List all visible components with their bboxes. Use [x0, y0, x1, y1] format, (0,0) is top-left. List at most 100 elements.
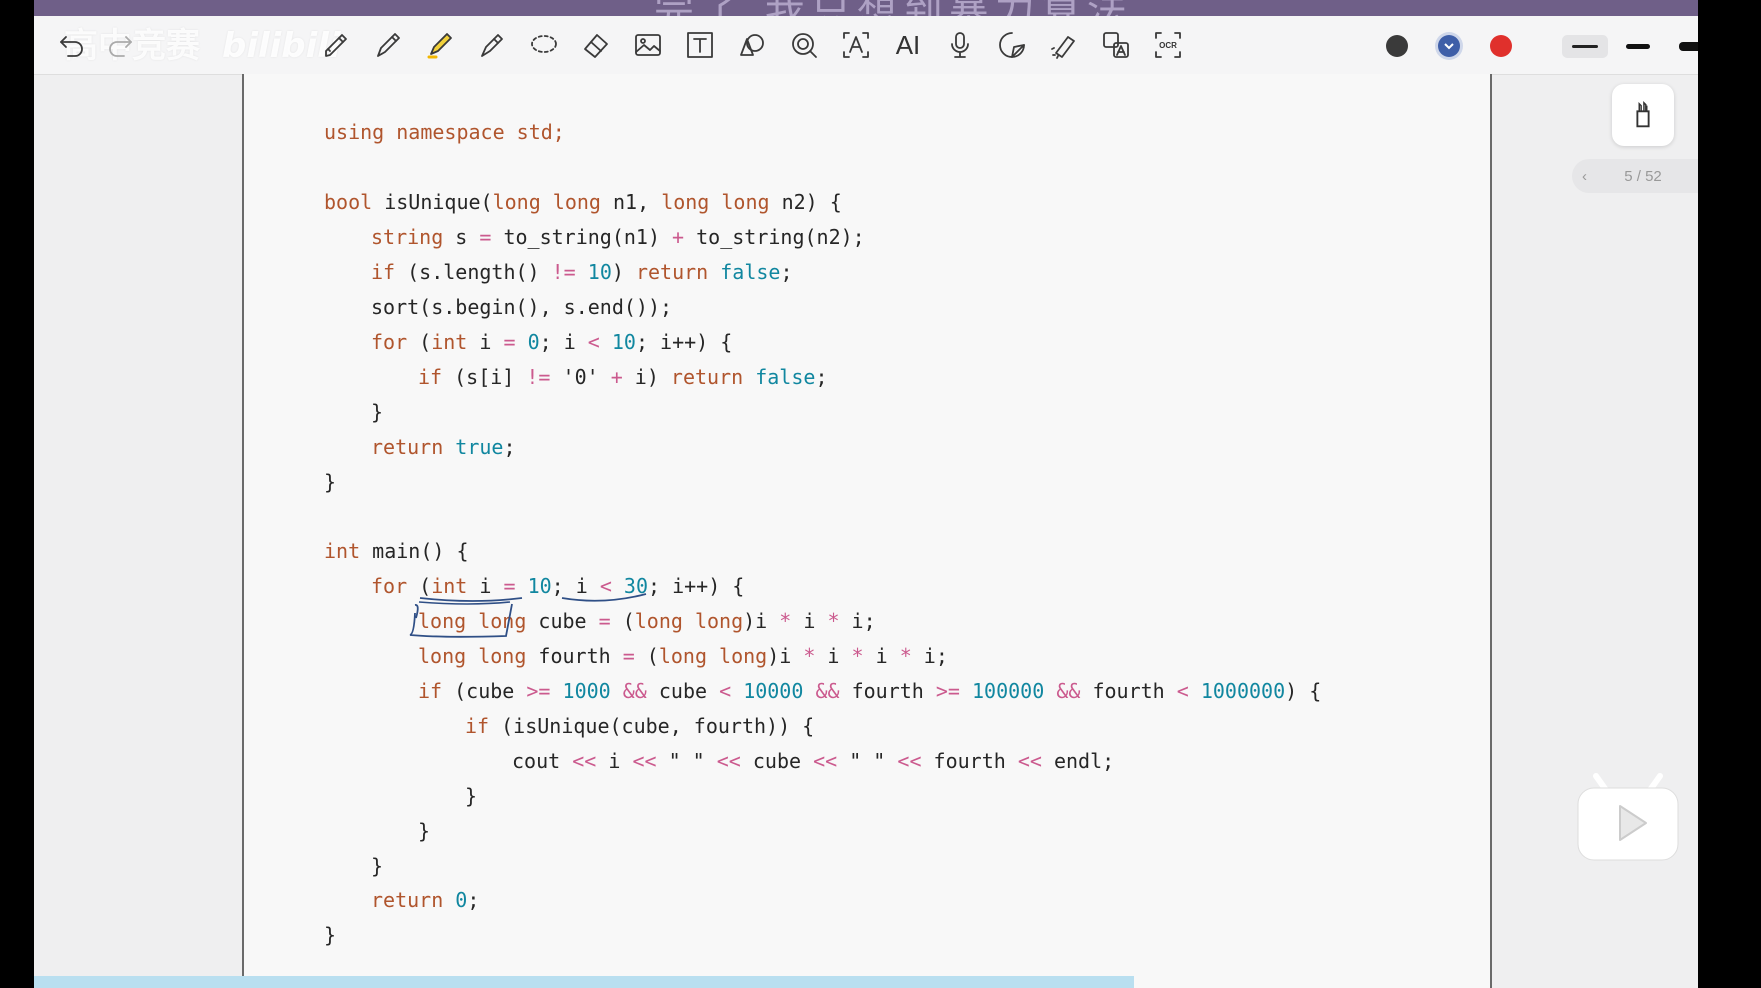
pencil-case-icon	[1636, 101, 1650, 128]
code-token: long long	[418, 644, 527, 668]
code-token: to_string(n2);	[684, 225, 865, 249]
code-token: fourth	[526, 644, 623, 668]
code-token: fourth	[1080, 679, 1177, 703]
stroke-medium[interactable]	[1626, 44, 1650, 49]
code-token: <<	[572, 749, 597, 773]
code-token: i	[863, 644, 900, 668]
code-token: false	[720, 260, 781, 284]
code-block: using namespace std; bool isUnique(long …	[244, 74, 1490, 988]
code-token: string	[371, 225, 444, 249]
code-token: if	[418, 679, 443, 703]
code-line: sort(s.begin(), s.end());	[371, 295, 673, 319]
shapes-icon[interactable]	[732, 25, 772, 65]
bilibili-play-button[interactable]	[1568, 768, 1710, 874]
text-box-icon[interactable]	[680, 25, 720, 65]
code-token: ; i++) {	[648, 574, 745, 598]
code-token: <<	[632, 749, 657, 773]
code-token: (cube	[442, 679, 527, 703]
stroke-thin[interactable]	[1572, 45, 1598, 48]
code-token: long long	[658, 644, 768, 668]
code-token: (	[407, 574, 432, 598]
code-token: =	[503, 330, 516, 354]
video-title-bar: 完了 我只想到暴力算法	[34, 0, 1698, 16]
translate-icon[interactable]	[1096, 25, 1136, 65]
pen-icon[interactable]	[368, 25, 408, 65]
color-swatch-blue-selected[interactable]	[1438, 35, 1460, 57]
image-icon[interactable]	[628, 25, 668, 65]
code-token: <<	[716, 749, 741, 773]
microphone-icon[interactable]	[940, 25, 980, 65]
code-line: return true;	[371, 435, 516, 459]
notebook-page[interactable]: using namespace std; bool isUnique(long …	[242, 74, 1492, 988]
code-token: )	[611, 260, 636, 284]
stroke-thick[interactable]	[1679, 42, 1698, 51]
code-token: 30	[623, 574, 649, 598]
code-line: if (isUnique(cube, fourth)) {	[465, 714, 814, 738]
code-token: n1,	[600, 190, 662, 214]
code-token: ;	[815, 365, 828, 389]
eraser-pen-icon[interactable]	[472, 25, 512, 65]
code-token: <	[587, 330, 600, 354]
code-token: +	[672, 225, 685, 249]
code-token: cube	[740, 749, 814, 773]
code-token: int	[431, 574, 468, 598]
code-token: &&	[622, 679, 647, 703]
code-token: =	[479, 225, 492, 249]
code-token: <	[1176, 679, 1189, 703]
page-indicator: 5 / 52	[1624, 167, 1662, 185]
code-token: *	[779, 609, 792, 633]
ocr-label: OCR	[1159, 40, 1177, 50]
code-token: <	[599, 574, 612, 598]
code-token: &&	[1056, 679, 1081, 703]
code-line: if (s.length() != 10) return false;	[371, 260, 793, 284]
code-line: cout << i << " " << cube << " " << fourt…	[512, 749, 1114, 773]
code-token: fourth	[921, 749, 1018, 773]
code-line: using namespace std;	[324, 120, 565, 144]
laser-pointer-icon[interactable]	[1044, 25, 1084, 65]
code-token: <<	[1017, 749, 1042, 773]
code-token: i	[596, 749, 633, 773]
code-token: (	[634, 644, 659, 668]
redo-icon[interactable]	[100, 25, 140, 65]
code-token: return	[670, 365, 744, 389]
code-token: ;	[503, 435, 516, 459]
code-token: )i	[743, 609, 780, 633]
color-swatch-red[interactable]	[1490, 35, 1512, 57]
code-token: ; i	[539, 330, 588, 354]
code-line: if (s[i] != '0' + i) return false;	[418, 365, 827, 389]
code-token: *	[851, 644, 864, 668]
lasso-icon[interactable]	[524, 25, 564, 65]
code-token: s	[443, 225, 480, 249]
code-token: ) {	[1285, 679, 1322, 703]
code-token: 10	[527, 574, 552, 598]
toolbar: 高中竞赛 bilibili AI OCR	[34, 16, 1698, 75]
code-token: &&	[815, 679, 840, 703]
chevron-down-icon	[1444, 43, 1454, 50]
ocr-icon[interactable]: OCR	[1148, 25, 1188, 65]
code-token: if	[371, 260, 396, 284]
lasso-pen-icon[interactable]	[316, 25, 356, 65]
code-token: i)	[622, 365, 671, 389]
highlighter-icon[interactable]	[420, 25, 460, 65]
prev-page-icon[interactable]: ‹	[1582, 168, 1587, 185]
ai-icon[interactable]: AI	[888, 25, 928, 65]
eraser-icon[interactable]	[576, 25, 616, 65]
code-token: 10	[611, 330, 636, 354]
code-token: i	[467, 574, 504, 598]
pencil-case-button[interactable]	[1612, 84, 1674, 146]
undo-icon[interactable]	[52, 25, 92, 65]
text-recognition-icon[interactable]	[836, 25, 876, 65]
magnifier-icon[interactable]	[784, 25, 824, 65]
color-swatch-dark[interactable]	[1386, 35, 1408, 57]
code-token: if	[418, 365, 443, 389]
sticker-icon[interactable]	[992, 25, 1032, 65]
